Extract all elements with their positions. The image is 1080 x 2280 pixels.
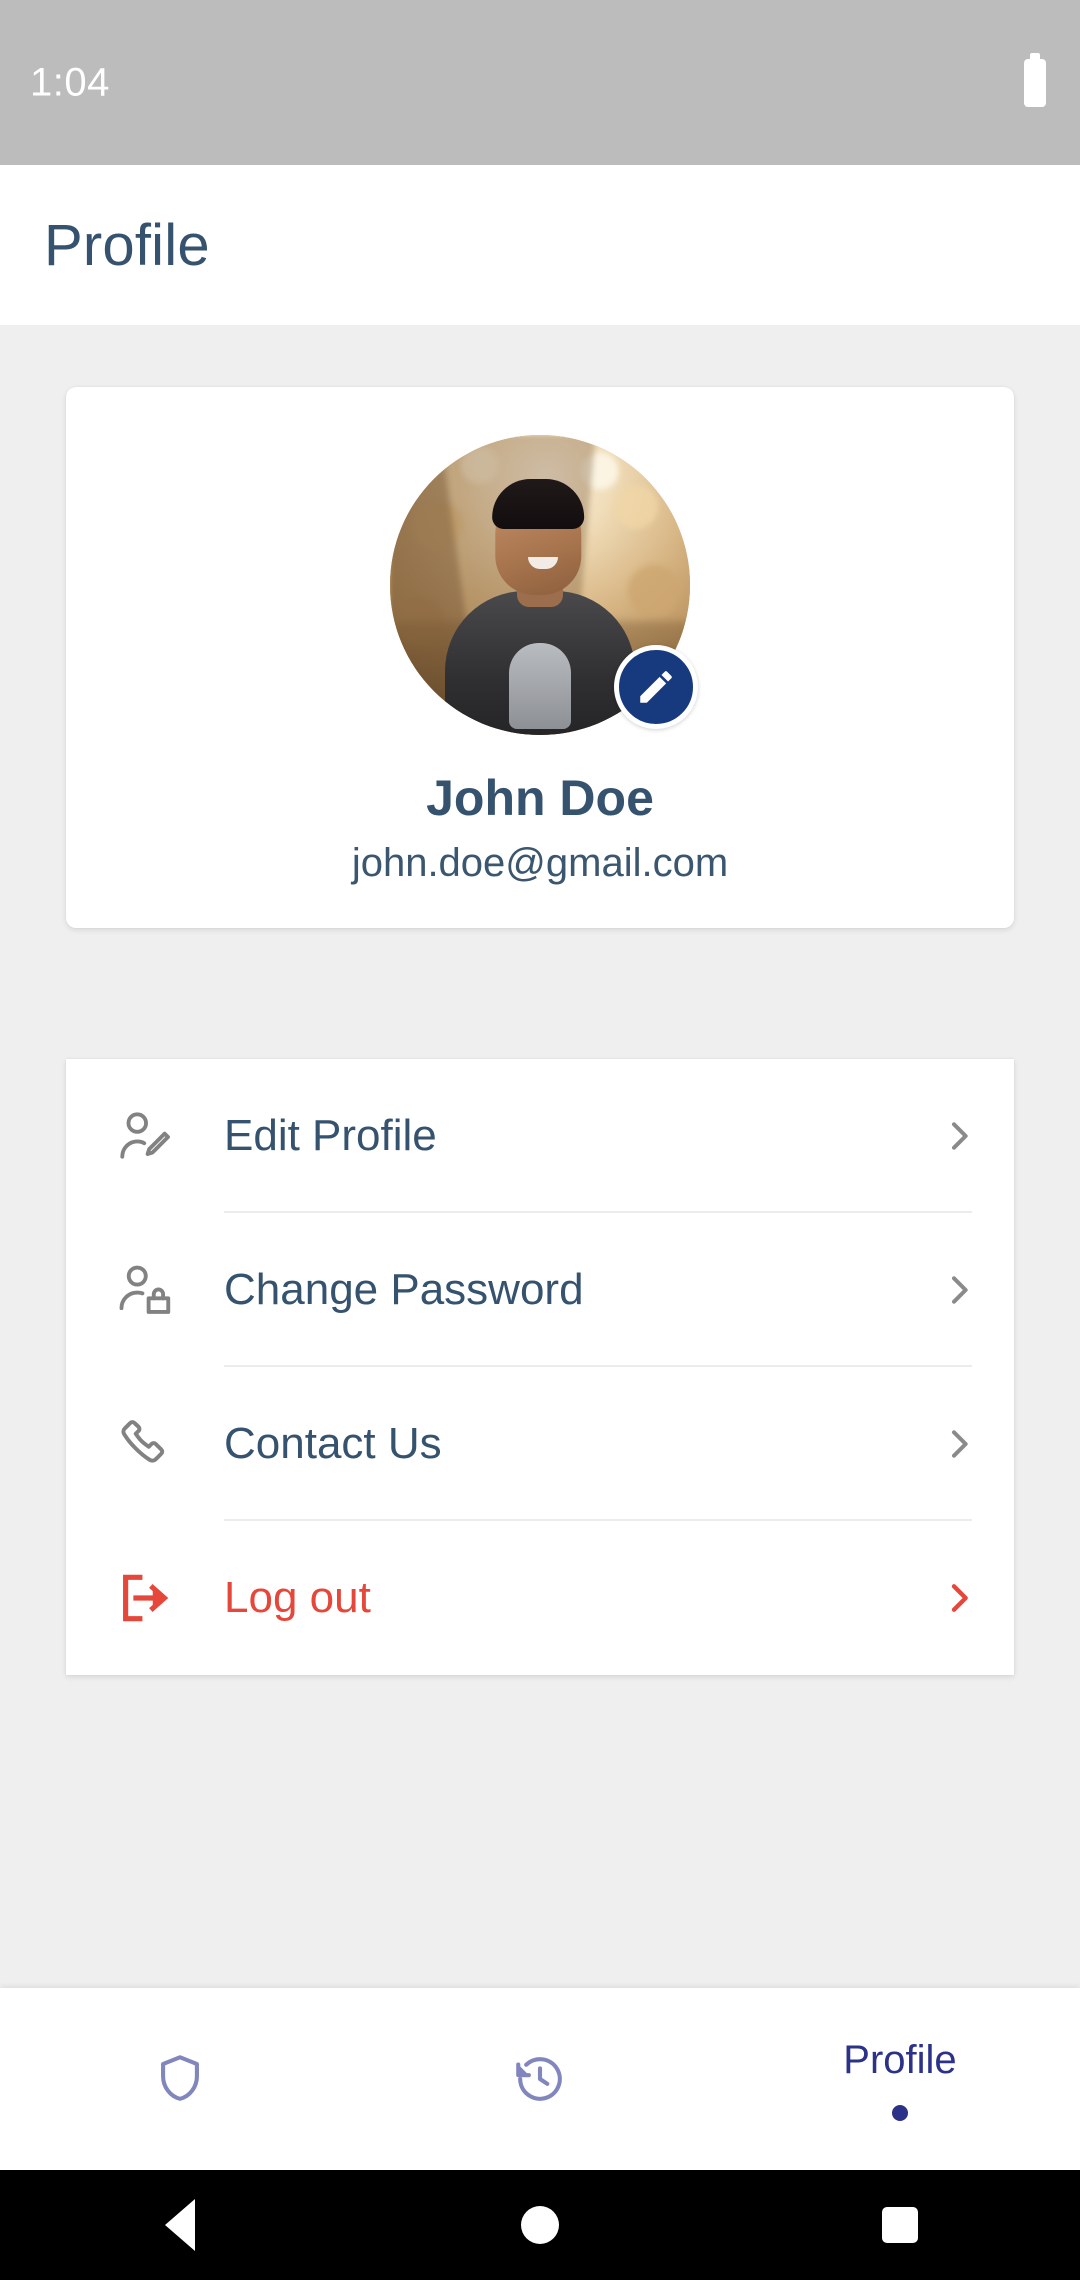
nav-item-profile[interactable]: Profile <box>720 1988 1080 2170</box>
status-bar-clock: 1:04 <box>30 60 110 104</box>
chevron-right-icon <box>904 1424 1014 1464</box>
bottom-navigation: Profile <box>0 1988 1080 2170</box>
nav-item-security[interactable] <box>0 1988 360 2170</box>
phone-icon <box>66 1414 224 1474</box>
menu-item-edit-profile[interactable]: Edit Profile <box>66 1059 1014 1213</box>
menu-item-change-password[interactable]: Change Password <box>66 1213 1014 1367</box>
menu-item-contact-us[interactable]: Contact Us <box>66 1367 1014 1521</box>
menu-item-label: Edit Profile <box>224 1111 437 1160</box>
user-edit-icon <box>66 1105 224 1167</box>
system-back-button[interactable] <box>100 2170 260 2280</box>
chevron-right-icon <box>904 1116 1014 1156</box>
phone-screen: 1:04 Profile John Doe john.doe@gmail.com… <box>0 0 1080 2280</box>
pencil-icon <box>640 671 672 703</box>
status-bar: 1:04 <box>0 0 1080 165</box>
system-navigation-bar <box>0 2170 1080 2280</box>
nav-active-indicator <box>892 2104 908 2121</box>
chevron-right-icon <box>904 1578 1014 1618</box>
shield-icon <box>161 2055 199 2101</box>
nav-item-history[interactable] <box>360 1988 720 2170</box>
triangle-back-icon <box>165 2199 195 2251</box>
profile-email: john.doe@gmail.com <box>351 841 729 885</box>
edit-avatar-button[interactable] <box>614 645 698 729</box>
app-bar: Profile <box>0 165 1080 325</box>
menu-item-log-out[interactable]: Log out <box>66 1521 1014 1675</box>
history-icon <box>516 2057 562 2101</box>
avatar-photo-shirt <box>509 643 571 729</box>
nav-item-label: Profile <box>843 2037 957 2082</box>
battery-icon <box>1024 58 1046 107</box>
profile-card: John Doe john.doe@gmail.com <box>66 387 1014 928</box>
system-home-button[interactable] <box>460 2170 620 2280</box>
system-recents-button[interactable] <box>820 2170 980 2280</box>
chevron-right-icon <box>904 1270 1014 1310</box>
status-bar-icons <box>1024 58 1046 107</box>
menu-item-label: Contact Us <box>224 1419 442 1468</box>
user-lock-icon <box>66 1259 224 1321</box>
profile-menu-card: Edit Profile Change Password Contact Us … <box>66 1059 1014 1675</box>
square-recents-icon <box>882 2207 918 2243</box>
logout-icon <box>66 1567 224 1629</box>
page-title: Profile <box>44 212 210 278</box>
menu-item-label: Change Password <box>224 1265 584 1314</box>
content-area: John Doe john.doe@gmail.com Edit Profile <box>0 325 1080 1988</box>
profile-name: John Doe <box>426 770 654 826</box>
avatar-container <box>390 435 698 735</box>
circle-home-icon <box>521 2206 559 2244</box>
menu-item-label: Log out <box>224 1573 371 1622</box>
